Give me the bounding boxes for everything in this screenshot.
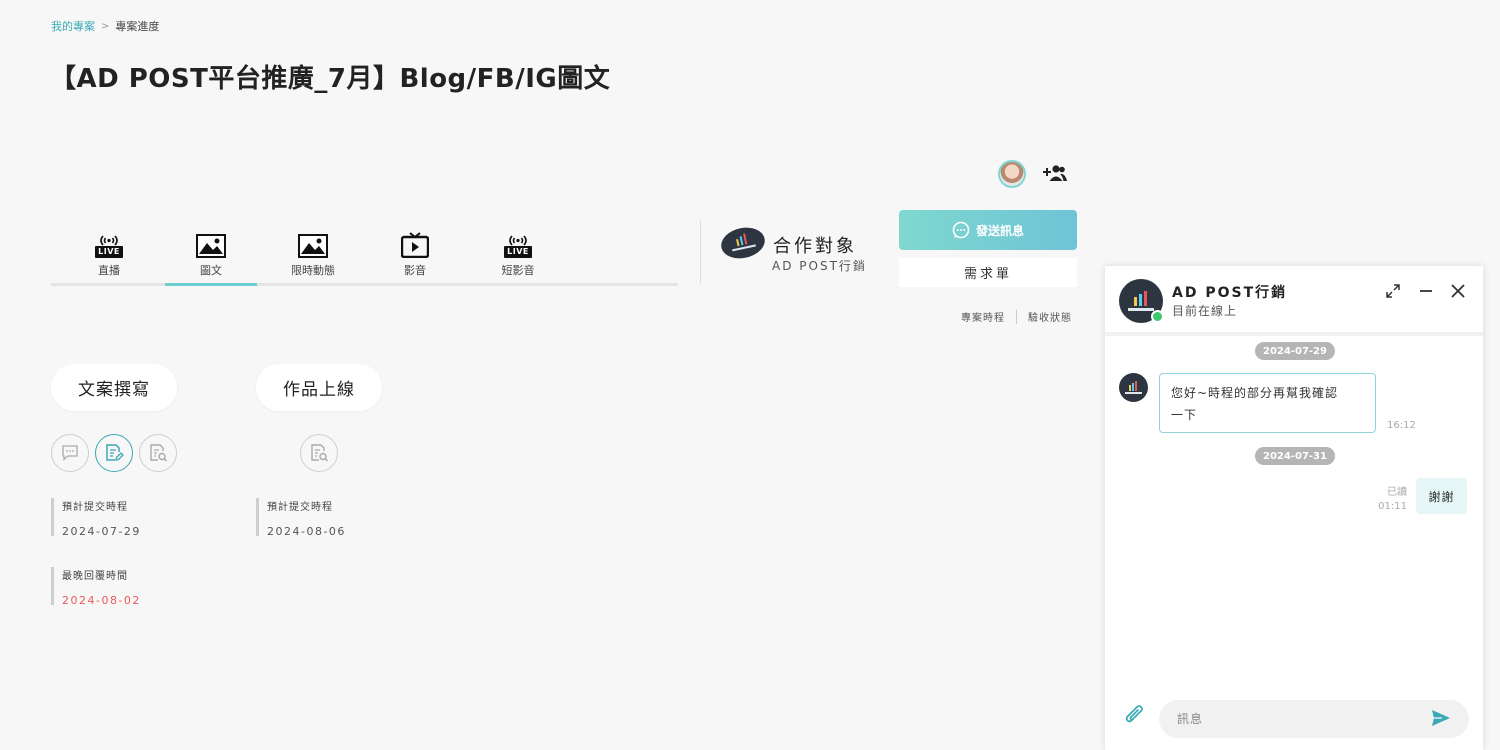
latest-reply-label: 最晚回覆時間 [62, 571, 128, 582]
requirement-form-button[interactable]: 需求單 [899, 258, 1077, 287]
comment-button[interactable] [51, 434, 89, 472]
breadcrumb-my-projects[interactable]: 我的專案 [51, 18, 95, 34]
breadcrumb-current: 專案進度 [115, 20, 160, 33]
image-icon [298, 234, 328, 258]
divider [1016, 309, 1017, 324]
date-separator: 2024-07-31 [1255, 447, 1335, 465]
read-status: 已讀 [1387, 487, 1407, 498]
read-receipt: 已讀 01:11 [1369, 486, 1407, 514]
tab-label: 圖文 [200, 264, 222, 277]
live-icon: LIVE [504, 235, 532, 258]
message-input[interactable] [1159, 700, 1469, 738]
breadcrumb-separator: > [101, 20, 110, 32]
online-status-dot [1151, 310, 1164, 323]
message-text-line: 一下 [1171, 408, 1198, 422]
live-badge: LIVE [504, 246, 532, 258]
minimize-icon [1420, 290, 1432, 292]
send-message-button[interactable]: 發送訊息 [899, 210, 1077, 250]
content-type-tabs: LIVE 直播 圖文 限時動態 影音 LIVE 短影音 [51, 224, 678, 286]
tab-label: 影音 [404, 264, 426, 277]
stage-publish[interactable]: 作品上線 [256, 364, 382, 411]
chat-bubble-icon [952, 221, 970, 239]
project-sub-links: 專案時程 驗收狀態 [961, 309, 1072, 324]
send-button[interactable] [1429, 706, 1453, 730]
stage-copywriting[interactable]: 文案撰寫 [51, 364, 177, 411]
chat-panel: AD POST行銷 目前在線上 2024-07-29 您好~時程的部分再幫我確認… [1105, 266, 1483, 750]
tab-live[interactable]: LIVE 直播 [63, 224, 155, 286]
paperclip-icon [1125, 705, 1143, 723]
breadcrumb: 我的專案 > 專案進度 [51, 18, 159, 34]
tab-video[interactable]: 影音 [369, 224, 461, 286]
expected-submission-label: 預計提交時程 [62, 502, 128, 513]
minimize-chat-button[interactable] [1415, 280, 1437, 302]
expand-chat-button[interactable] [1382, 280, 1404, 302]
tv-play-icon [401, 232, 429, 258]
latest-reply-date: 2024-08-02 [62, 594, 141, 607]
divider [700, 220, 701, 284]
review-document-button[interactable] [139, 434, 177, 472]
incoming-message: 您好~時程的部分再幫我確認 一下 [1159, 373, 1376, 433]
document-search-icon [150, 444, 168, 462]
outgoing-message: 謝謝 [1416, 478, 1467, 514]
close-chat-button[interactable] [1447, 280, 1469, 302]
member-avatar[interactable] [998, 160, 1026, 188]
expected-submission-date: 2024-08-06 [267, 525, 346, 538]
expected-submission-label: 預計提交時程 [267, 502, 333, 513]
expected-submission: 預計提交時程 2024-07-29 [51, 498, 141, 538]
review-document-button[interactable] [300, 434, 338, 472]
add-user-icon [1043, 165, 1067, 181]
image-icon [196, 234, 226, 258]
close-icon [1451, 284, 1465, 298]
live-badge: LIVE [95, 246, 123, 258]
send-message-label: 發送訊息 [975, 223, 1024, 238]
project-timeline-link[interactable]: 專案時程 [961, 309, 1005, 324]
page-title: 【AD POST平台推廣_7月】Blog/FB/IG圖文 [50, 64, 611, 94]
expected-submission-date: 2024-07-29 [62, 525, 141, 538]
chat-header: AD POST行銷 目前在線上 [1105, 266, 1483, 336]
expected-submission: 預計提交時程 2024-08-06 [256, 498, 346, 538]
partner-logo [718, 223, 768, 263]
partner-name: AD POST行銷 [772, 259, 867, 273]
add-member-button[interactable] [1042, 162, 1068, 184]
message-avatar [1119, 373, 1148, 402]
live-icon: LIVE [95, 235, 123, 258]
message-text-line: 您好~時程的部分再幫我確認 [1171, 386, 1339, 400]
date-separator: 2024-07-29 [1255, 342, 1335, 360]
tab-image-post[interactable]: 圖文 [165, 224, 257, 286]
chat-contact-name: AD POST行銷 [1172, 285, 1288, 301]
tab-short-video[interactable]: LIVE 短影音 [472, 224, 564, 286]
tab-story[interactable]: 限時動態 [267, 224, 359, 286]
edit-document-button[interactable] [95, 434, 133, 472]
comment-icon [62, 445, 78, 461]
tab-label: 短影音 [501, 264, 535, 277]
tab-label: 直播 [98, 264, 120, 277]
expand-icon [1386, 284, 1400, 298]
latest-reply: 最晚回覆時間 2024-08-02 [51, 567, 141, 607]
message-time: 16:12 [1387, 420, 1416, 431]
document-search-icon [311, 444, 329, 462]
acceptance-status-link[interactable]: 驗收狀態 [1028, 309, 1072, 324]
tab-label: 限時動態 [291, 264, 335, 277]
send-icon [1432, 710, 1450, 726]
message-time: 01:11 [1378, 501, 1407, 512]
edit-document-icon [106, 444, 124, 461]
chat-contact-status: 目前在線上 [1172, 304, 1238, 318]
attach-file-button[interactable] [1123, 703, 1147, 729]
partner-title: 合作對象 [773, 236, 857, 257]
